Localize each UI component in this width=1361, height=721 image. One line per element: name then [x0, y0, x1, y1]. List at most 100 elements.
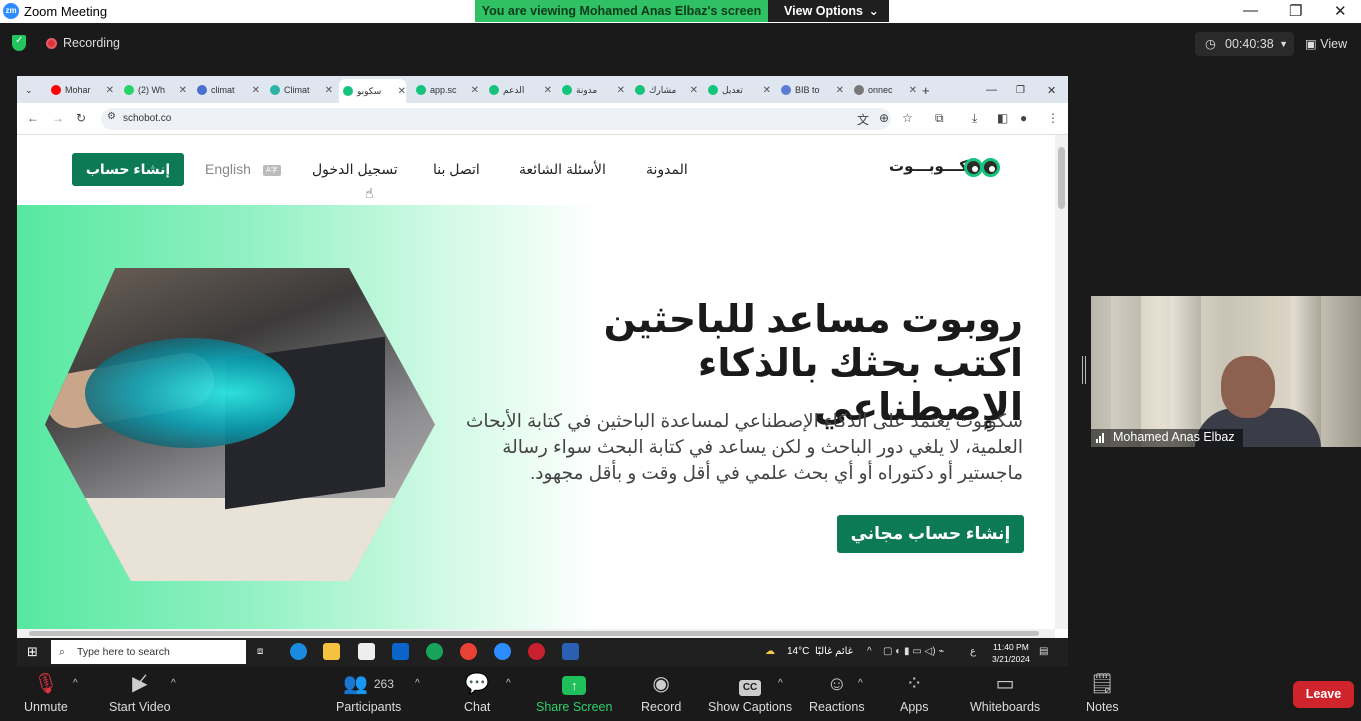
- browser-tab[interactable]: BIB to ✕: [777, 80, 844, 100]
- security-shield-icon[interactable]: [12, 35, 26, 51]
- chat-caret-icon[interactable]: ^: [506, 678, 511, 689]
- unmute-button[interactable]: 🎙 Unmute: [24, 672, 68, 714]
- browser-tab[interactable]: مشارك ✕: [631, 80, 698, 100]
- taskbar-search[interactable]: ⌕ Type here to search: [51, 640, 246, 664]
- view-button[interactable]: ▣ View: [1305, 36, 1347, 51]
- tab-close-icon[interactable]: ✕: [617, 85, 625, 96]
- reactions-button[interactable]: ☺ Reactions: [809, 672, 865, 714]
- tab-close-icon[interactable]: ✕: [471, 85, 479, 96]
- minimize-icon[interactable]: —: [986, 80, 997, 100]
- tab-close-icon[interactable]: ✕: [690, 85, 698, 96]
- chat-button[interactable]: 💬 Chat: [464, 672, 490, 714]
- tab-close-icon[interactable]: ✕: [106, 85, 114, 96]
- extensions-icon[interactable]: ⧉: [935, 111, 944, 126]
- url-field[interactable]: schobot.co: [101, 108, 891, 130]
- start-video-button[interactable]: ▶̸ Start Video: [109, 672, 171, 714]
- tab-close-icon[interactable]: ✕: [836, 85, 844, 96]
- browser-tab[interactable]: مدونة ✕: [558, 80, 625, 100]
- notifications-icon[interactable]: ▤: [1039, 646, 1048, 657]
- participants-caret-icon[interactable]: ^: [415, 678, 420, 689]
- nav-faq[interactable]: الأسئلة الشائعة: [519, 161, 606, 178]
- mail-icon[interactable]: [392, 643, 409, 660]
- browser-tab[interactable]: Climat ✕: [266, 80, 333, 100]
- captions-caret-icon[interactable]: ^: [778, 678, 783, 689]
- store-icon[interactable]: [358, 643, 375, 660]
- participants-button[interactable]: 👥 263 Participants: [336, 672, 401, 714]
- weather-temp[interactable]: 14°C: [787, 646, 809, 657]
- tray-chevron-icon[interactable]: ^: [867, 646, 872, 657]
- tab-close-icon[interactable]: ✕: [252, 85, 260, 96]
- tab-search-icon[interactable]: ⌄: [25, 80, 39, 100]
- share-screen-icon: ↑: [536, 672, 612, 698]
- share-screen-button[interactable]: ↑ Share Screen: [536, 672, 612, 714]
- zoom-icon[interactable]: ⊕: [879, 111, 889, 125]
- profile-avatar-icon[interactable]: ●: [1020, 111, 1027, 125]
- zoom-logo-icon: zm: [3, 3, 19, 19]
- site-info-icon[interactable]: ⚙: [107, 111, 116, 122]
- input-language[interactable]: ع: [970, 646, 976, 657]
- tab-close-icon[interactable]: ✕: [909, 85, 917, 96]
- back-icon[interactable]: ←: [27, 111, 39, 125]
- reload-icon[interactable]: ↻: [76, 111, 86, 125]
- record-button[interactable]: ◉ Record: [641, 672, 681, 714]
- nav-contact[interactable]: اتصل بنا: [433, 161, 480, 178]
- tab-close-icon[interactable]: ✕: [325, 85, 333, 96]
- download-icon[interactable]: ⤓: [972, 111, 977, 126]
- browser-tab[interactable]: onnec ✕: [850, 80, 917, 100]
- signup-button[interactable]: إنشاء حساب: [72, 153, 184, 186]
- browser-tab[interactable]: سكوبو ✕: [339, 79, 406, 103]
- notes-button[interactable]: 🗒 Notes: [1086, 672, 1119, 714]
- restore-icon[interactable]: ❐: [1289, 2, 1302, 20]
- meeting-timer[interactable]: ◷ 00:40:38 ▼: [1195, 32, 1294, 56]
- browser-tab[interactable]: app.sc ✕: [412, 80, 479, 100]
- whiteboards-button[interactable]: ▭ Whiteboards: [970, 672, 1040, 714]
- audio-options-caret-icon[interactable]: ^: [73, 678, 78, 689]
- close-icon[interactable]: ✕: [1334, 2, 1347, 20]
- app-red-icon[interactable]: [528, 643, 545, 660]
- upwork-icon[interactable]: [426, 643, 443, 660]
- nav-login[interactable]: تسجيل الدخول: [312, 161, 398, 178]
- participant-video[interactable]: Mohamed Anas Elbaz: [1091, 296, 1361, 447]
- chrome-icon[interactable]: [460, 643, 477, 660]
- word-icon[interactable]: [562, 643, 579, 660]
- zoom-app-icon[interactable]: [494, 643, 511, 660]
- menu-kebab-icon[interactable]: ⋮: [1047, 111, 1059, 125]
- browser-tab[interactable]: Mohar ✕: [47, 80, 114, 100]
- minimize-icon[interactable]: —: [1243, 2, 1258, 19]
- hero-signup-button[interactable]: إنشاء حساب مجاني: [837, 515, 1024, 553]
- windows-start-icon[interactable]: ⊞: [27, 644, 38, 660]
- browser-tab[interactable]: climat ✕: [193, 80, 260, 100]
- view-options-button[interactable]: View Options ⌄: [768, 0, 889, 22]
- browser-tab[interactable]: تعديل ✕: [704, 80, 771, 100]
- language-link[interactable]: English: [205, 161, 251, 177]
- horizontal-scrollbar[interactable]: [17, 629, 1055, 638]
- forward-icon[interactable]: →: [52, 111, 64, 125]
- site-logo-icon[interactable]: [964, 158, 1002, 178]
- edge-icon[interactable]: [290, 643, 307, 660]
- tray-icons[interactable]: ▢ ◐ ▮ ▭ ◁) ⌁: [883, 646, 944, 657]
- nav-blog[interactable]: المدونة: [646, 161, 688, 178]
- recording-label[interactable]: Recording: [63, 36, 120, 50]
- close-icon[interactable]: ✕: [1047, 80, 1056, 100]
- translate-icon[interactable]: 文: [857, 111, 869, 128]
- tab-close-icon[interactable]: ✕: [179, 85, 187, 96]
- bookmark-star-icon[interactable]: ☆: [902, 111, 913, 125]
- tab-close-icon[interactable]: ✕: [398, 86, 406, 97]
- language-icon[interactable]: A字: [263, 165, 281, 176]
- side-panel-icon[interactable]: ◧: [997, 111, 1008, 125]
- panel-splitter[interactable]: [1082, 356, 1086, 384]
- browser-tab[interactable]: (2) Wh ✕: [120, 80, 187, 100]
- reactions-caret-icon[interactable]: ^: [858, 678, 863, 689]
- taskbar-clock[interactable]: 11:40 PM 3/21/2024: [992, 641, 1030, 665]
- tab-close-icon[interactable]: ✕: [763, 85, 771, 96]
- tab-close-icon[interactable]: ✕: [544, 85, 552, 96]
- task-view-icon[interactable]: ⧈: [257, 646, 263, 657]
- video-options-caret-icon[interactable]: ^: [171, 678, 176, 689]
- apps-button[interactable]: ⁘ Apps: [900, 672, 929, 714]
- file-explorer-icon[interactable]: [323, 643, 340, 660]
- restore-icon[interactable]: ❐: [1016, 80, 1025, 100]
- new-tab-icon[interactable]: +: [922, 80, 934, 100]
- vertical-scrollbar[interactable]: [1055, 135, 1068, 629]
- leave-button[interactable]: Leave: [1293, 681, 1354, 708]
- browser-tab[interactable]: الدعم ✕: [485, 80, 552, 100]
